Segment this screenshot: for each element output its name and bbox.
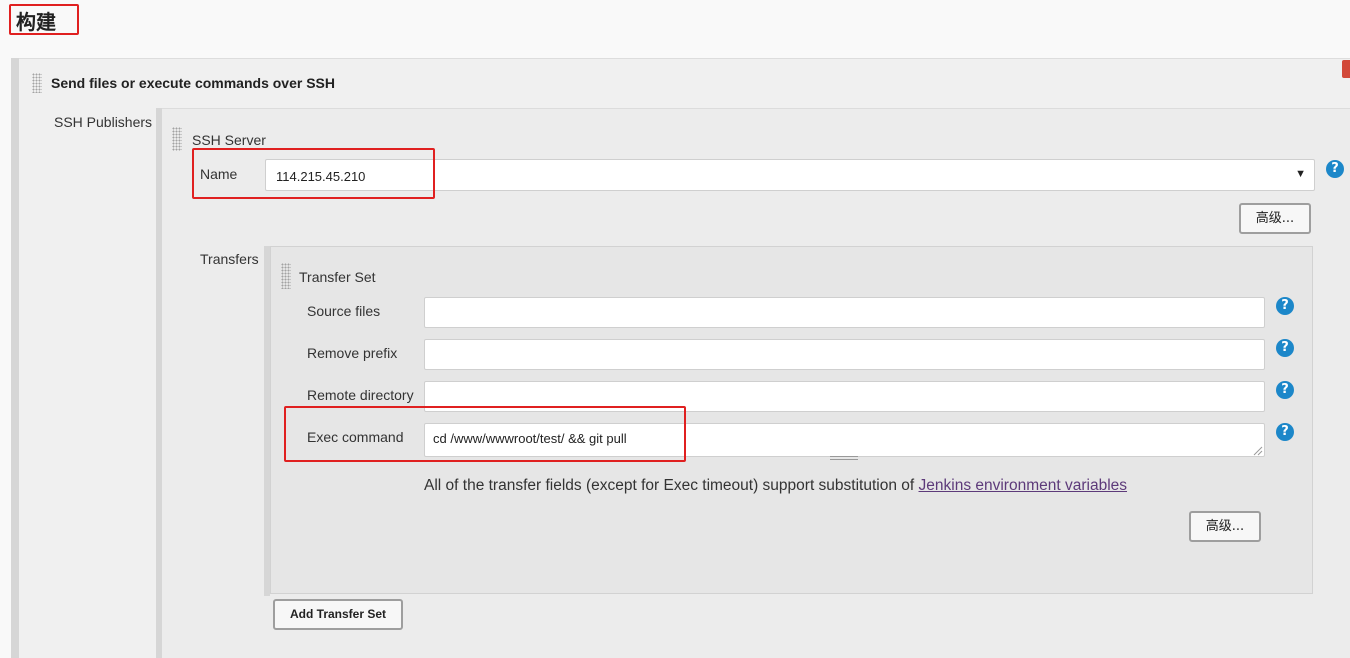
help-icon[interactable]: ? (1276, 381, 1294, 399)
drag-handle-icon[interactable] (32, 73, 42, 93)
ssh-server-title: SSH Server (192, 132, 266, 148)
drag-handle-icon[interactable] (172, 127, 182, 151)
ssh-publishers-label: SSH Publishers (54, 114, 153, 130)
add-transfer-set-button[interactable]: Add Transfer Set (273, 599, 403, 630)
jenkins-env-vars-link[interactable]: Jenkins environment variables (919, 477, 1128, 494)
source-files-input[interactable] (424, 297, 1265, 328)
help-icon[interactable]: ? (1276, 423, 1294, 441)
resize-handle-icon[interactable] (1253, 446, 1263, 456)
transfer-info-text: All of the transfer fields (except for E… (424, 477, 1127, 495)
help-icon[interactable]: ? (1326, 160, 1344, 178)
ssh-server-name-value: 114.215.45.210 (276, 169, 366, 184)
remove-prefix-label: Remove prefix (307, 345, 398, 361)
transfer-set-title: Transfer Set (299, 269, 376, 285)
chevron-down-icon: ▼ (1295, 168, 1306, 180)
expand-textarea-handle[interactable] (830, 456, 858, 460)
remote-directory-label: Remote directory (307, 387, 414, 403)
remove-prefix-input[interactable] (424, 339, 1265, 370)
exec-command-label: Exec command (307, 429, 404, 445)
advanced-button-transfer[interactable]: 高级... (1189, 511, 1261, 542)
ssh-server-name-select[interactable]: 114.215.45.210 ▼ (265, 159, 1315, 191)
exec-command-textarea[interactable]: cd /www/wwwroot/test/ && git pull (424, 423, 1265, 457)
transfers-label: Transfers (200, 251, 259, 267)
publisher-side-strip (11, 58, 19, 658)
advanced-button-server[interactable]: 高级... (1239, 203, 1311, 234)
publisher-title: Send files or execute commands over SSH (51, 75, 335, 91)
section-heading: 构建 (16, 10, 56, 34)
name-label: Name (200, 166, 238, 182)
help-icon[interactable]: ? (1276, 339, 1294, 357)
help-icon[interactable]: ? (1276, 297, 1294, 315)
remote-directory-input[interactable] (424, 381, 1265, 412)
source-files-label: Source files (307, 303, 381, 319)
drag-handle-icon[interactable] (281, 263, 291, 289)
delete-publisher-button[interactable] (1342, 60, 1350, 78)
transfer-info-prefix: All of the transfer fields (except for E… (424, 477, 919, 494)
